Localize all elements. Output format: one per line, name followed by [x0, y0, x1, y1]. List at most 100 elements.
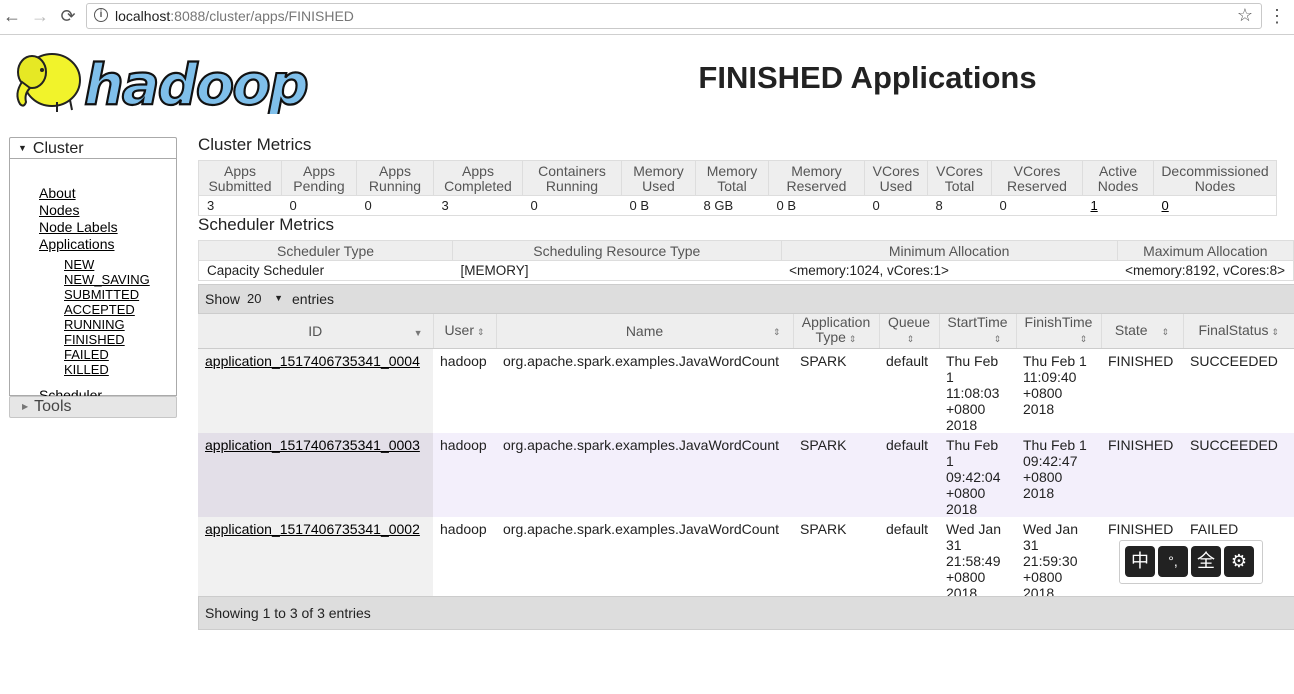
cluster-accordion-header[interactable]: ▼ Cluster [9, 137, 177, 158]
scheduler-value: [MEMORY] [452, 260, 782, 281]
metric-value: 0 [864, 195, 928, 216]
sidebar-link-applications[interactable]: Applications [39, 236, 115, 252]
tools-label: Tools [34, 398, 72, 415]
column-header-id[interactable]: ID ▼ [198, 314, 434, 349]
sort-both-icon: ⇕ [1161, 326, 1170, 337]
column-header-user[interactable]: User ⇕ [433, 314, 497, 349]
cluster-menu: About Nodes Node Labels Applications NEW… [9, 158, 177, 403]
ime-chinese-mode-button[interactable]: 中 [1125, 546, 1155, 577]
decommissioned-nodes-link[interactable]: 0 [1162, 198, 1169, 213]
page-size-value: 20 [247, 291, 262, 306]
sidebar-state-finished[interactable]: FINISHED [64, 332, 125, 347]
hadoop-logo[interactable]: hadoop [12, 42, 312, 119]
sidebar-state-failed[interactable]: FAILED [64, 347, 109, 362]
starttime-cell: Thu Feb 1 09:42:04 +0800 2018 [939, 433, 1016, 517]
column-header-application-type[interactable]: Application Type ⇕ [793, 314, 880, 349]
column-header-name[interactable]: Name ⇕ [496, 314, 794, 349]
ime-fullwidth-button[interactable]: 全 [1191, 546, 1221, 577]
sidebar-state-killed[interactable]: KILLED [64, 362, 109, 377]
sidebar-state-running[interactable]: RUNNING [64, 317, 125, 332]
sort-both-icon: ⇕ [1079, 334, 1088, 344]
metric-value: 0 [991, 195, 1083, 216]
tools-accordion-header[interactable]: ▶ Tools [9, 396, 177, 418]
queue-cell: default [879, 517, 939, 601]
datatable-info-bar: Showing 1 to 3 of 3 entries [198, 596, 1294, 630]
column-header-starttime[interactable]: StartTime ⇕ [939, 314, 1017, 349]
metric-value: 0 [281, 195, 357, 216]
metric-value: 0 B [768, 195, 865, 216]
column-header-state[interactable]: State ⇕ [1101, 314, 1184, 349]
triangle-right-icon: ▶ [22, 402, 29, 411]
column-header-queue[interactable]: Queue ⇕ [879, 314, 940, 349]
sidebar-link-node-labels[interactable]: Node Labels [39, 219, 118, 235]
cluster-metrics-table: Apps Submitted Apps Pending Apps Running Ap… [198, 160, 1277, 216]
metric-header: Memory Total [695, 160, 769, 196]
metric-header: Decommissioned Nodes [1153, 160, 1277, 196]
scheduler-value: <memory:1024, vCores:1> [781, 260, 1118, 281]
ime-settings-gear-icon[interactable]: ⚙ [1224, 546, 1254, 577]
name-cell: org.apache.spark.examples.JavaWordCount [496, 517, 793, 601]
sidebar-link-about[interactable]: About [39, 185, 76, 201]
triangle-down-icon: ▼ [18, 143, 27, 153]
bookmark-star-icon[interactable]: ☆ [1237, 5, 1253, 26]
finishtime-cell: Thu Feb 1 11:09:40 +0800 2018 [1016, 348, 1101, 433]
scheduler-header: Minimum Allocation [781, 240, 1118, 261]
sidebar-state-new-saving[interactable]: NEW_SAVING [64, 272, 150, 287]
metric-value: 0 [1153, 195, 1277, 216]
queue-cell: default [879, 348, 939, 433]
metric-value: 3 [433, 195, 523, 216]
metric-value: 8 GB [695, 195, 769, 216]
datatable-length-bar: Show 20 ▼ entries [198, 284, 1294, 314]
active-nodes-link[interactable]: 1 [1091, 198, 1098, 213]
reload-button[interactable]: ⟳ [56, 5, 80, 27]
ime-punctuation-button[interactable]: °, [1158, 546, 1188, 577]
metric-header: Apps Submitted [198, 160, 282, 196]
url-text[interactable]: localhost:8088/cluster/apps/FINISHED [115, 8, 354, 24]
metric-header: Memory Reserved [768, 160, 865, 196]
scheduler-header: Scheduling Resource Type [452, 240, 782, 261]
app-id-link[interactable]: application_1517406735341_0002 [205, 521, 420, 537]
user-cell: hadoop [433, 348, 496, 433]
entries-info: Showing 1 to 3 of 3 entries [205, 605, 371, 621]
app-id-cell: application_1517406735341_0004 [198, 348, 433, 433]
metric-header: Apps Pending [281, 160, 357, 196]
name-cell: org.apache.spark.examples.JavaWordCount [496, 348, 793, 433]
browser-menu-icon[interactable]: ⋮ [1268, 5, 1286, 27]
column-header-finalstatus[interactable]: FinalStatus ⇕ [1183, 314, 1294, 349]
sidebar-state-new[interactable]: NEW [64, 257, 94, 272]
metric-value: 8 [927, 195, 992, 216]
sort-both-icon: ⇕ [477, 326, 485, 337]
address-bar[interactable]: i localhost:8088/cluster/apps/FINISHED ☆ [86, 3, 1262, 29]
sort-both-icon: ⇕ [906, 334, 915, 344]
finishtime-cell: Thu Feb 1 09:42:47 +0800 2018 [1016, 433, 1101, 517]
sort-both-icon: ⇕ [1271, 326, 1280, 337]
back-button[interactable]: ← [0, 5, 24, 27]
logo-wordmark: hadoop [84, 53, 307, 114]
scheduler-header: Maximum Allocation [1117, 240, 1294, 261]
cluster-metrics-title: Cluster Metrics [198, 135, 312, 154]
forward-button[interactable]: → [28, 5, 52, 27]
metric-value: 1 [1082, 195, 1154, 216]
finalstatus-cell: SUCCEEDED [1183, 433, 1294, 517]
app-id-link[interactable]: application_1517406735341_0003 [205, 437, 420, 453]
hadoop-elephant-logo-icon: hadoop [16, 52, 310, 119]
browser-toolbar: ← → ⟳ i localhost:8088/cluster/apps/FINI… [0, 0, 1294, 35]
starttime-cell: Thu Feb 1 11:08:03 +0800 2018 [939, 348, 1016, 433]
cluster-label: Cluster [32, 140, 84, 157]
metric-header: Containers Running [522, 160, 622, 196]
table-row: application_1517406735341_0003 hadoop or… [198, 433, 1294, 517]
page-title: FINISHED Applications [698, 60, 1037, 95]
info-icon[interactable]: i [94, 8, 108, 22]
sidebar-link-nodes[interactable]: Nodes [39, 202, 79, 218]
metric-header: VCores Total [927, 160, 992, 196]
dropdown-arrow-icon: ▼ [274, 293, 283, 303]
scheduler-metrics-title: Scheduler Metrics [198, 215, 335, 234]
finishtime-cell: Wed Jan 31 21:59:30 +0800 2018 [1016, 517, 1101, 601]
metric-header: Memory Used [621, 160, 696, 196]
sidebar-state-submitted[interactable]: SUBMITTED [64, 287, 139, 302]
show-label: Show [205, 291, 241, 307]
page-size-select[interactable]: 20 ▼ [243, 289, 287, 308]
app-id-link[interactable]: application_1517406735341_0004 [205, 353, 420, 369]
sidebar-state-accepted[interactable]: ACCEPTED [64, 302, 135, 317]
column-header-finishtime[interactable]: FinishTime ⇕ [1016, 314, 1102, 349]
